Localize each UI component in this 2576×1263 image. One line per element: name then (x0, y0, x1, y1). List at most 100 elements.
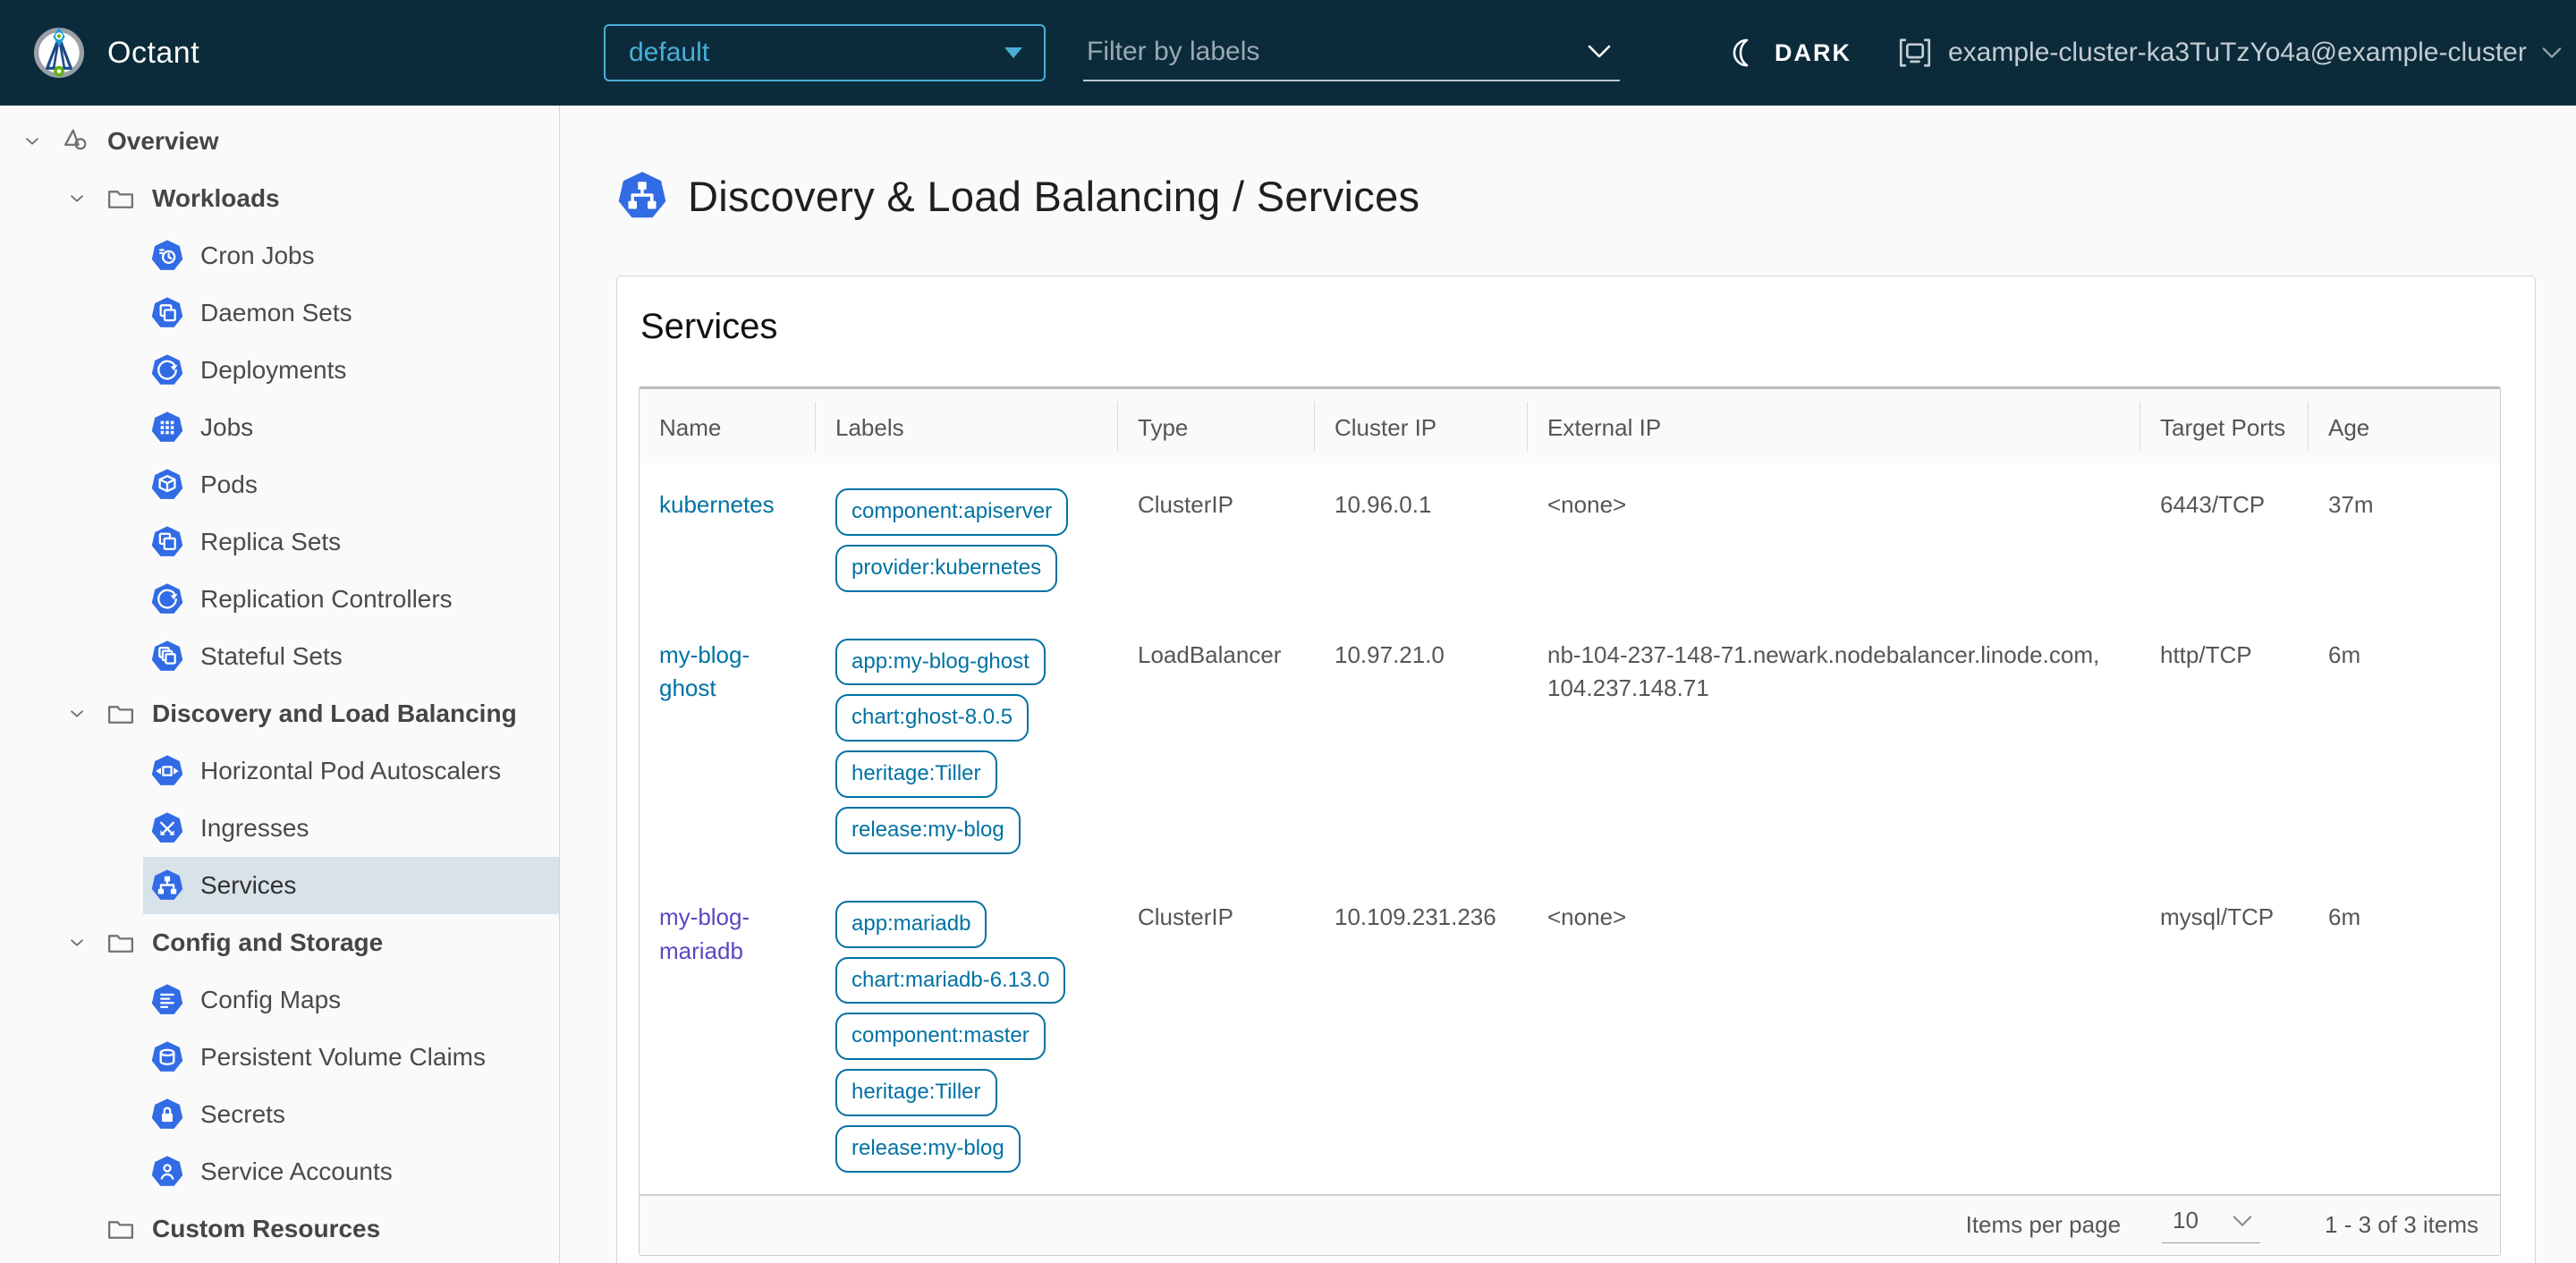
cronjob-icon (150, 239, 184, 273)
service-link[interactable]: my-blog-mariadb (659, 903, 750, 964)
sidebar-item-label: Secrets (200, 1100, 285, 1128)
chevron-down-icon (2542, 47, 2562, 58)
dark-theme-toggle[interactable]: DARK (1726, 36, 1852, 70)
items-per-page-value: 10 (2173, 1207, 2199, 1234)
cluster-icon (1899, 38, 1931, 67)
chevron-down-icon[interactable] (1588, 45, 1611, 59)
page-title: Discovery & Load Balancing / Services (688, 172, 1420, 220)
label-badge: heritage:Tiller (835, 750, 997, 799)
column-header-type: Type (1118, 389, 1315, 463)
sidebar-item-label: Workloads (152, 184, 280, 212)
sidebar-item-label: Service Accounts (200, 1157, 393, 1185)
sidebar-item-daemon-sets[interactable]: Daemon Sets (143, 284, 559, 342)
name-cell: my-blog-ghost (640, 614, 816, 876)
labels-cell: app:mariadb chart:mariadb-6.13.0 component… (816, 876, 1118, 1194)
sidebar-item-label: Daemon Sets (200, 299, 352, 326)
sidebar-item-label: Cron Jobs (200, 242, 315, 269)
sidebar-item-service-accounts[interactable]: Service Accounts (143, 1143, 559, 1200)
table-row: my-blog-mariadb app:mariadb chart:mariadb-… (640, 876, 2500, 1194)
external-ip-cell: nb-104-237-148-71.newark.nodebalancer.li… (1547, 640, 2100, 702)
sidebar-item-overview[interactable]: Overview (0, 113, 559, 170)
sidebar-item-persistent-volume-claims[interactable]: Persistent Volume Claims (143, 1029, 559, 1086)
sidebar-item-replication-controllers[interactable]: Replication Controllers (143, 571, 559, 628)
column-header-cluster-ip: Cluster IP (1315, 389, 1528, 463)
sidebar-item-config-and-storage[interactable]: Config and Storage (0, 914, 559, 971)
deployment-icon (150, 353, 184, 387)
context-selector[interactable]: example-cluster-ka3TuTzYo4a@example-clus… (1896, 34, 2563, 72)
column-header-labels: Labels (816, 389, 1118, 463)
moon-icon (1733, 38, 1749, 67)
sidebar-item-replica-sets[interactable]: Replica Sets (143, 513, 559, 571)
label-badge: release:my-blog (835, 807, 1021, 854)
cluster-ip-cell: 10.109.231.236 (1335, 903, 1496, 930)
main-content: Discovery & Load Balancing / Services Se… (561, 106, 2576, 1263)
sidebar-item-label: Config and Storage (152, 928, 384, 956)
labels-cell: app:my-blog-ghost chart:ghost-8.0.5 herita… (816, 614, 1118, 876)
service-link[interactable]: my-blog-ghost (659, 641, 750, 702)
app-title: Octant (107, 35, 200, 70)
column-header-name: Name (640, 389, 816, 463)
chevron-down-icon[interactable] (14, 123, 50, 159)
sidebar-item-deployments[interactable]: Deployments (143, 342, 559, 399)
page-title-row: Discovery & Load Balancing / Services (616, 170, 2576, 222)
items-per-page-select[interactable]: 10 (2162, 1207, 2261, 1244)
namespace-value: default (629, 38, 710, 67)
sidebar-item-stateful-sets[interactable]: Stateful Sets (143, 628, 559, 685)
chevron-down-icon (2233, 1216, 2252, 1226)
sidebar-item-secrets[interactable]: Secrets (143, 1086, 559, 1143)
label-badge: component:apiserver (835, 488, 1069, 536)
sidebar-item-label: Deployments (200, 356, 347, 384)
sidebar-item-cron-jobs[interactable]: Cron Jobs (143, 227, 559, 284)
theme-toggle-label: DARK (1775, 38, 1852, 66)
sidebar-item-label: Replica Sets (200, 528, 342, 555)
daemonset-icon (150, 296, 184, 330)
label-badge: chart:ghost-8.0.5 (835, 694, 1030, 742)
datagrid-footer: Items per page 10 1 - 3 of 3 items (640, 1193, 2500, 1255)
type-cell: ClusterIP (1138, 903, 1233, 930)
sidebar-item-pods[interactable]: Pods (143, 456, 559, 513)
label-filter-input[interactable] (1085, 36, 1536, 68)
replicaset-icon (150, 525, 184, 559)
sidebar: Overview Workloads Cron Jobs Daemon Sets Dep… (0, 106, 560, 1263)
folder-icon (104, 182, 138, 216)
service-link[interactable]: kubernetes (659, 491, 775, 518)
services-table: Name Labels Type Cluster IP External IP Targe… (640, 389, 2500, 1194)
sidebar-item-label: Ingresses (200, 814, 309, 842)
sidebar-item-label: Custom Resources (152, 1215, 381, 1242)
hpa-icon (150, 754, 184, 788)
sidebar-item-label: Horizontal Pod Autoscalers (200, 757, 502, 784)
chevron-down-icon[interactable] (59, 696, 95, 732)
sidebar-item-workloads[interactable]: Workloads (0, 170, 559, 227)
chevron-down-icon[interactable] (59, 181, 95, 216)
sidebar-item-jobs[interactable]: Jobs (143, 399, 559, 456)
pagination-range: 1 - 3 of 3 items (2325, 1211, 2479, 1239)
sidebar-item-label: Services (200, 871, 297, 899)
label-filter (1083, 24, 1620, 81)
sidebar-item-label: Overview (107, 127, 219, 155)
column-header-external-ip: External IP (1528, 389, 2140, 463)
chevron-down-icon[interactable] (59, 925, 95, 961)
sidebar-item-custom-resources[interactable]: Custom Resources (0, 1200, 559, 1258)
folder-icon (104, 1212, 138, 1246)
target-ports-cell: http/TCP (2160, 640, 2252, 668)
context-label: example-cluster-ka3TuTzYo4a@example-clus… (1948, 38, 2527, 67)
column-header-age: Age (2328, 414, 2370, 441)
sidebar-item-label: Stateful Sets (200, 642, 343, 670)
type-cell: ClusterIP (1138, 491, 1233, 519)
job-icon (150, 411, 184, 445)
app-header: Octant default DARK example-cluster-ka3T… (0, 0, 2576, 106)
namespace-dropdown[interactable]: default (604, 24, 1046, 81)
services-card: Services Name Labels Type Cluster IP Externa… (616, 275, 2536, 1263)
service-icon (150, 869, 184, 903)
sidebar-item-horizontal-pod-autoscalers[interactable]: Horizontal Pod Autoscalers (143, 742, 559, 800)
table-row: kubernetes component:apiserver provider:ku… (640, 463, 2500, 614)
sidebar-item-services[interactable]: Services (143, 857, 559, 914)
sidebar-item-ingresses[interactable]: Ingresses (143, 800, 559, 857)
caret-down-icon (1004, 47, 1022, 58)
external-ip-cell: <none> (1547, 491, 1627, 519)
folder-icon (104, 697, 138, 731)
sidebar-item-discovery-and-load-balancing[interactable]: Discovery and Load Balancing (0, 685, 559, 742)
sidebar-item-config-maps[interactable]: Config Maps (143, 971, 559, 1029)
services-datagrid: Name Labels Type Cluster IP External IP Targe… (639, 386, 2501, 1256)
configmap-icon (150, 983, 184, 1017)
